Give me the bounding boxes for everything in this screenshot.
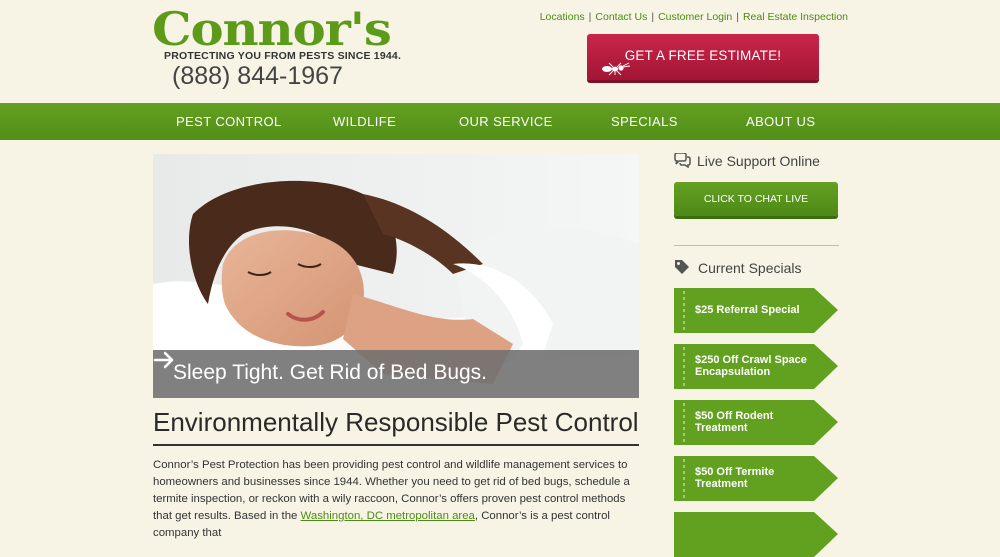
page-title: Environmentally Responsible Pest Control bbox=[153, 407, 639, 446]
special-rodent[interactable]: $50 Off Rodent Treatment bbox=[674, 400, 839, 445]
nav-specials[interactable]: SPECIALS bbox=[611, 103, 678, 140]
top-links: Locations | Contact Us | Customer Login | Real… bbox=[540, 11, 848, 23]
separator: | bbox=[588, 11, 592, 23]
arrow-right-icon bbox=[153, 351, 174, 369]
logo-text: Connor's bbox=[152, 2, 392, 56]
top-link-locations[interactable]: Locations bbox=[540, 11, 585, 23]
ant-icon bbox=[602, 62, 631, 76]
chat-bubbles-icon bbox=[674, 152, 691, 169]
special-termite[interactable]: $50 Off Termite Treatment bbox=[674, 456, 839, 501]
hero-caption[interactable]: Sleep Tight. Get Rid of Bed Bugs. bbox=[153, 350, 639, 398]
tag-icon bbox=[675, 260, 689, 274]
special-crawl-space[interactable]: $250 Off Crawl Space Encapsulation bbox=[674, 344, 839, 389]
top-link-contact-us[interactable]: Contact Us bbox=[595, 11, 647, 23]
main-nav: PEST CONTROL WILDLIFE OUR SERVICE SPECIA… bbox=[0, 103, 1000, 140]
current-specials-heading: Current Specials bbox=[674, 259, 802, 276]
separator: | bbox=[651, 11, 655, 23]
special-label: $50 Off Termite Treatment bbox=[695, 466, 775, 490]
special-label: $25 Referral Special bbox=[695, 303, 800, 316]
live-support-heading: Live Support Online bbox=[674, 152, 820, 169]
nav-about-us[interactable]: ABOUT US bbox=[746, 103, 815, 140]
nav-pest-control[interactable]: PEST CONTROL bbox=[176, 103, 282, 140]
nav-wildlife[interactable]: WILDLIFE bbox=[333, 103, 396, 140]
separator: | bbox=[736, 11, 739, 23]
special-more[interactable] bbox=[674, 512, 839, 557]
hero-banner[interactable]: Sleep Tight. Get Rid of Bed Bugs. bbox=[153, 154, 639, 398]
washington-dc-link[interactable]: Washington, DC metropolitan area bbox=[301, 510, 475, 522]
free-estimate-label: GET A FREE ESTIMATE! bbox=[624, 48, 782, 63]
free-estimate-button[interactable]: GET A FREE ESTIMATE! bbox=[587, 34, 819, 80]
chat-live-button[interactable]: CLICK TO CHAT LIVE bbox=[674, 182, 838, 216]
nav-our-service[interactable]: OUR SERVICE bbox=[459, 103, 553, 140]
ribbon-shape bbox=[674, 512, 838, 557]
current-specials-label: Current Specials bbox=[698, 260, 802, 276]
phone-number[interactable]: (888) 844-1967 bbox=[172, 62, 343, 91]
live-support-label: Live Support Online bbox=[697, 153, 820, 169]
top-link-customer-login[interactable]: Customer Login bbox=[658, 11, 732, 23]
special-label: $50 Off Rodent Treatment bbox=[695, 410, 774, 434]
logo[interactable]: Connor's PROTECTING YOU FROM PESTS SINCE… bbox=[152, 6, 401, 62]
special-referral[interactable]: $25 Referral Special bbox=[674, 288, 839, 333]
special-label: $250 Off Crawl Space Encapsulation bbox=[695, 354, 807, 378]
intro-paragraph: Connor’s Pest Protection has been provid… bbox=[153, 457, 639, 542]
top-link-real-estate-inspection[interactable]: Real Estate Inspection bbox=[743, 11, 848, 23]
hero-caption-text: Sleep Tight. Get Rid of Bed Bugs. bbox=[173, 361, 488, 384]
sidebar-divider bbox=[674, 245, 839, 246]
